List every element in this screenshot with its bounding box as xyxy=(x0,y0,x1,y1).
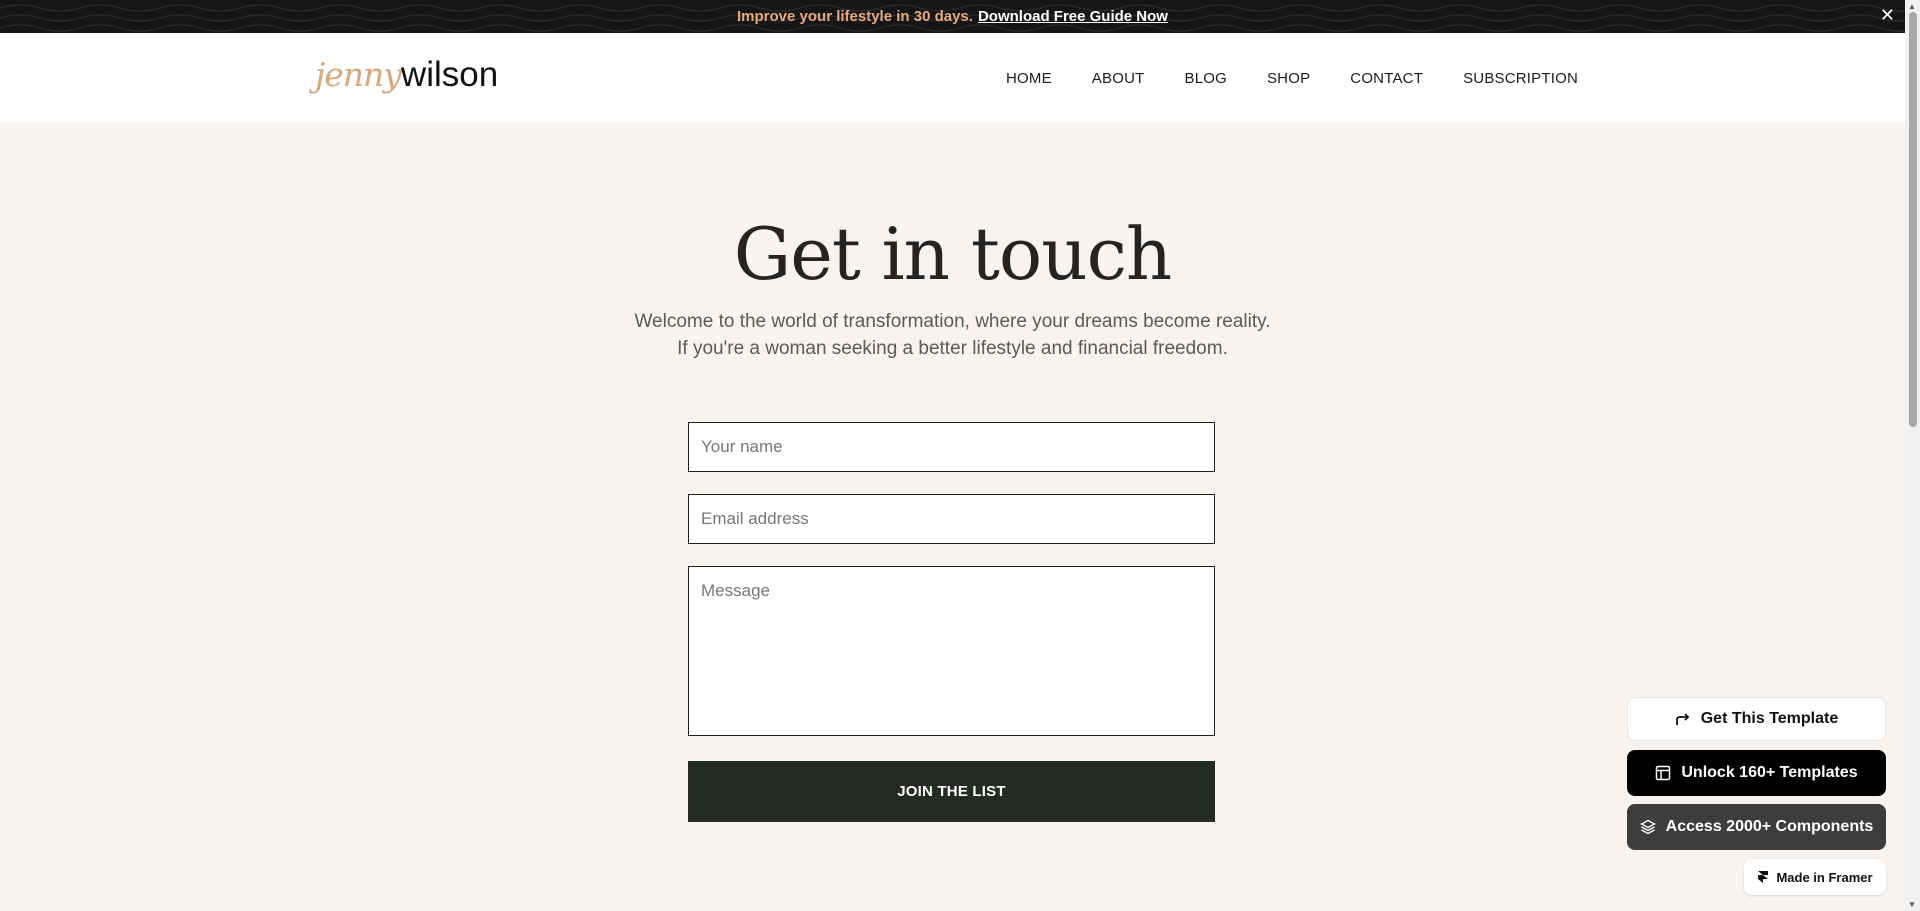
announcement-bar: Improve your lifestyle in 30 days. Downl… xyxy=(0,0,1905,33)
layout-icon xyxy=(1656,765,1671,781)
nav-item-contact[interactable]: CONTACT xyxy=(1350,70,1423,87)
message-textarea[interactable] xyxy=(688,566,1215,736)
nav-item-blog[interactable]: BLOG xyxy=(1184,70,1226,87)
subtitle-line-1: Welcome to the world of transformation, … xyxy=(634,311,1271,332)
close-icon[interactable]: ✕ xyxy=(1880,3,1895,27)
get-template-button[interactable]: Get This Template xyxy=(1627,697,1886,741)
framer-logo-icon xyxy=(1758,871,1769,883)
made-in-framer-badge[interactable]: Made in Framer xyxy=(1744,859,1886,895)
made-in-framer-label: Made in Framer xyxy=(1776,869,1873,885)
nav-item-about[interactable]: ABOUT xyxy=(1092,70,1145,87)
main-nav: HOME ABOUT BLOG SHOP CONTACT SUBSCRIPTIO… xyxy=(1006,70,1578,87)
site-header: jenny wilson HOME ABOUT BLOG SHOP CONTAC… xyxy=(0,33,1905,123)
email-field[interactable] xyxy=(688,494,1215,544)
page-scrollbar[interactable]: ▲ ▼ xyxy=(1905,0,1920,911)
unlock-templates-button[interactable]: Unlock 160+ Templates xyxy=(1627,750,1886,796)
logo[interactable]: jenny wilson xyxy=(315,55,498,95)
logo-script: jenny xyxy=(315,55,402,94)
access-components-label: Access 2000+ Components xyxy=(1665,818,1874,835)
join-list-button[interactable]: JOIN THE LIST xyxy=(688,761,1215,822)
layers-icon xyxy=(1639,819,1656,835)
access-components-button[interactable]: Access 2000+ Components xyxy=(1627,804,1886,850)
name-input[interactable] xyxy=(688,422,1215,472)
nav-item-home[interactable]: HOME xyxy=(1006,70,1052,87)
announcement-message: Improve your lifestyle in 30 days. xyxy=(737,8,973,25)
logo-text: wilson xyxy=(400,55,499,94)
nav-item-shop[interactable]: SHOP xyxy=(1267,70,1310,87)
scroll-down-icon[interactable]: ▼ xyxy=(1908,900,1916,909)
page-title: Get in touch xyxy=(733,212,1173,296)
share-arrow-icon xyxy=(1675,713,1690,725)
scroll-up-icon[interactable]: ▲ xyxy=(1908,2,1916,11)
scrollbar-thumb[interactable] xyxy=(1909,12,1917,427)
download-guide-link[interactable]: Download Free Guide Now xyxy=(978,8,1168,25)
get-template-label: Get This Template xyxy=(1700,710,1839,727)
subtitle-line-2: If you're a woman seeking a better lifes… xyxy=(677,338,1228,359)
page-subtitle: Welcome to the world of transformation, … xyxy=(0,308,1905,362)
unlock-templates-label: Unlock 160+ Templates xyxy=(1681,764,1858,781)
nav-item-subscription[interactable]: SUBSCRIPTION xyxy=(1463,70,1578,87)
